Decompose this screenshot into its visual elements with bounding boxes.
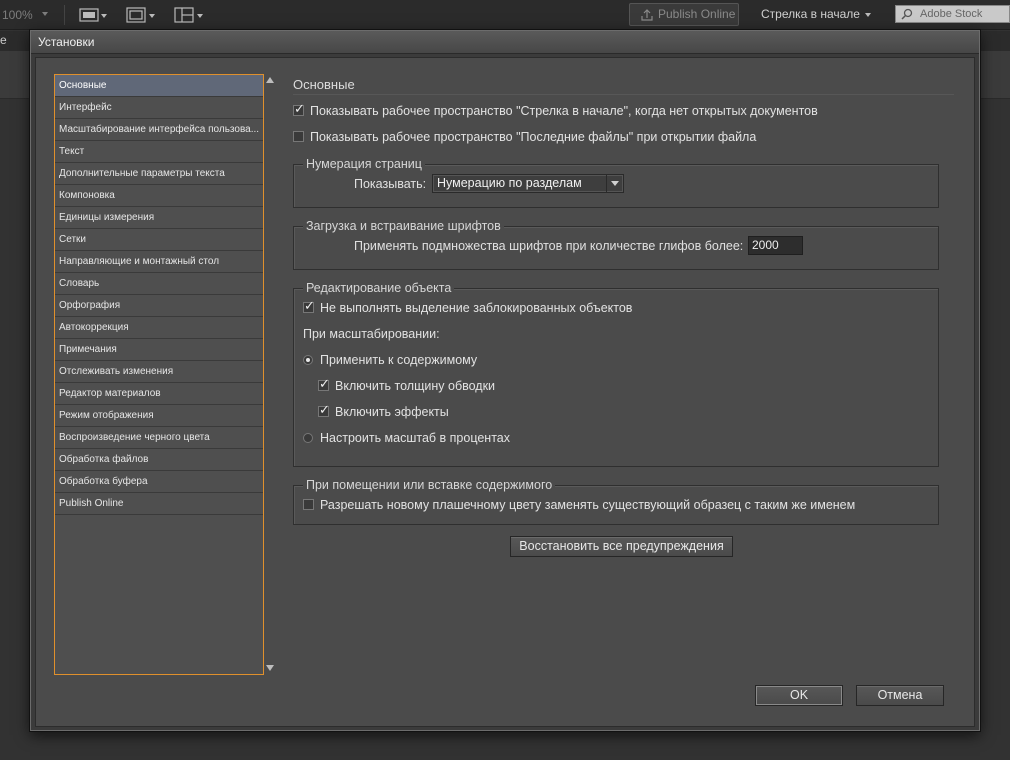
show-start-workspace-checkbox[interactable]: Показывать рабочее пространство "Стрелка… (293, 101, 818, 120)
category-item[interactable]: Текст (55, 141, 263, 163)
category-item[interactable]: Воспроизведение черного цвета (55, 427, 263, 449)
radio-button[interactable] (303, 433, 313, 443)
checkbox-box[interactable] (318, 376, 330, 394)
category-scrollbar[interactable] (265, 74, 276, 675)
toolbar-separator (64, 5, 65, 25)
category-item[interactable]: Сетки (55, 229, 263, 251)
page-numbering-dropdown[interactable]: Нумерацию по разделам (432, 174, 624, 193)
category-item[interactable]: Обработка буфера (55, 471, 263, 493)
category-item[interactable]: Компоновка (55, 185, 263, 207)
chevron-down-icon[interactable] (606, 175, 623, 192)
dialog-title: Установки (38, 35, 95, 49)
arrange-documents-icon[interactable] (174, 7, 204, 23)
workspace-switcher[interactable]: Стрелка в начале (753, 3, 881, 26)
search-icon (900, 8, 916, 25)
radio-button[interactable] (303, 355, 313, 365)
screen-mode-icon[interactable] (126, 7, 156, 23)
category-item[interactable]: Обработка файлов (55, 449, 263, 471)
checkbox-box[interactable] (303, 298, 315, 316)
menu-item[interactable]: е (0, 33, 7, 47)
checkbox-box[interactable] (318, 402, 330, 420)
checkbox-box[interactable] (293, 131, 304, 142)
include-effects-checkbox[interactable]: Включить эффекты (318, 402, 449, 421)
group-label: Загрузка и встраивание шрифтов (303, 218, 504, 234)
adobe-stock-search[interactable]: Adobe Stock (895, 5, 1010, 23)
category-item[interactable]: Словарь (55, 273, 263, 295)
app-toolbar: 100% Publish Online Стрелка в начале Ado… (0, 0, 1010, 30)
group-label: Нумерация страниц (303, 156, 425, 172)
no-select-locked-checkbox[interactable]: Не выполнять выделение заблокированных о… (303, 298, 632, 317)
publish-online-button[interactable]: Publish Online (629, 3, 739, 26)
frame-view-icon[interactable] (79, 7, 107, 23)
dialog-titlebar[interactable]: Установки (31, 31, 979, 54)
adjust-percentage-radio[interactable]: Настроить масштаб в процентах (303, 429, 510, 447)
font-subset-input[interactable]: 2000 (748, 236, 803, 255)
category-item[interactable]: Основные (55, 75, 263, 97)
group-label: Редактирование объекта (303, 280, 455, 296)
show-recent-files-checkbox[interactable]: Показывать рабочее пространство "Последн… (293, 128, 756, 146)
preferences-dialog: Установки Основные Интерфейс Масштабирован… (30, 30, 980, 731)
category-item[interactable]: Режим отображения (55, 405, 263, 427)
ok-button[interactable]: OK (755, 685, 843, 706)
category-item[interactable]: Единицы измерения (55, 207, 263, 229)
allow-swatch-replace-checkbox[interactable]: Разрешать новому плашечному цвету заменя… (303, 496, 855, 514)
category-item[interactable]: Дополнительные параметры текста (55, 163, 263, 185)
category-item[interactable]: Publish Online (55, 493, 263, 515)
category-item[interactable]: Автокоррекция (55, 317, 263, 339)
category-list[interactable]: Основные Интерфейс Масштабирование интерфе… (54, 74, 264, 675)
section-title: Основные (293, 77, 355, 92)
font-subset-label: Применять подмножества шрифтов при колич… (354, 239, 744, 253)
reset-warnings-button[interactable]: Восстановить все предупреждения (510, 536, 733, 557)
page-numbering-show-label: Показывать: (354, 177, 427, 191)
category-item[interactable]: Интерфейс (55, 97, 263, 119)
dialog-body: Основные Интерфейс Масштабирование интерфе… (35, 57, 975, 727)
category-item[interactable]: Масштабирование интерфейса пользова... (55, 119, 263, 141)
checkbox-box[interactable] (293, 101, 305, 119)
checkbox-box[interactable] (303, 499, 314, 510)
when-scaling-label: При масштабировании: (303, 327, 440, 341)
category-item[interactable]: Направляющие и монтажный стол (55, 251, 263, 273)
zoom-dropdown-arrow-icon[interactable] (42, 12, 48, 16)
apply-to-content-radio[interactable]: Применить к содержимому (303, 351, 477, 369)
category-item[interactable]: Примечания (55, 339, 263, 361)
upload-icon (640, 8, 654, 29)
include-stroke-checkbox[interactable]: Включить толщину обводки (318, 376, 495, 395)
category-item[interactable]: Орфография (55, 295, 263, 317)
chevron-down-icon (865, 13, 871, 17)
scroll-down-icon[interactable] (266, 665, 274, 671)
category-item[interactable]: Редактор материалов (55, 383, 263, 405)
group-label: При помещении или вставке содержимого (303, 477, 556, 493)
category-item[interactable]: Отслеживать изменения (55, 361, 263, 383)
title-divider (293, 94, 954, 95)
cancel-button[interactable]: Отмена (856, 685, 944, 706)
scroll-up-icon[interactable] (266, 77, 274, 83)
